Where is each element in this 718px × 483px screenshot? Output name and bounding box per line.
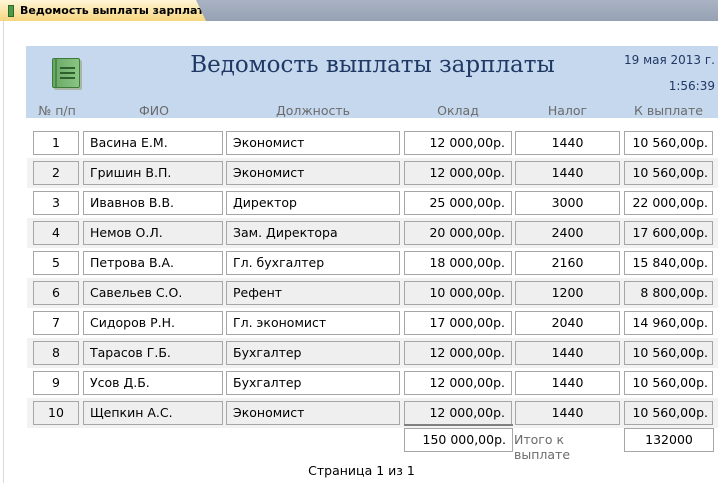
employee-position: Гл. экономист: [226, 311, 400, 335]
table-row: 3 Ивавнов В.В. Директор 25 000,00р. 3000…: [27, 188, 718, 218]
salary-value: 12 000,00р.: [404, 371, 512, 395]
payout-value: 10 560,00р.: [624, 131, 713, 155]
row-number: 1: [33, 131, 79, 155]
employee-position: Бухгалтер: [226, 341, 400, 365]
column-header-salary: Оклад: [437, 103, 479, 118]
report-title: Ведомость выплаты зарплаты: [190, 52, 555, 78]
payout-value: 17 600,00р.: [624, 221, 713, 245]
row-number: 10: [33, 401, 79, 425]
tax-value: 1200: [515, 281, 620, 305]
column-header-tax: Налог: [547, 103, 588, 118]
total-salary: 150 000,00р.: [404, 428, 513, 452]
table-row: 4 Немов О.Л. Зам. Директора 20 000,00р. …: [27, 218, 718, 248]
row-number: 2: [33, 161, 79, 185]
salary-value: 17 000,00р.: [404, 311, 512, 335]
employee-name: Тарасов Г.Б.: [83, 341, 223, 365]
employee-name: Васина Е.М.: [83, 131, 223, 155]
tax-value: 2040: [515, 311, 620, 335]
row-number: 4: [33, 221, 79, 245]
row-number: 7: [33, 311, 79, 335]
employee-name: Петрова В.А.: [83, 251, 223, 275]
salary-value: 12 000,00р.: [404, 341, 512, 365]
column-header-num: № п/п: [38, 103, 76, 118]
tax-value: 2400: [515, 221, 620, 245]
table-row: 9 Усов Д.Б. Бухгалтер 12 000,00р. 1440 1…: [27, 368, 718, 398]
report-icon: [8, 4, 14, 17]
payout-value: 15 840,00р.: [624, 251, 713, 275]
employee-name: Щепкин А.С.: [83, 401, 223, 425]
employee-position: Бухгалтер: [226, 371, 400, 395]
table-row: 10 Щепкин А.С. Экономист 12 000,00р. 144…: [27, 398, 718, 428]
table-row: 1 Васина Е.М. Экономист 12 000,00р. 1440…: [27, 128, 718, 158]
table-row: 2 Гришин В.П. Экономист 12 000,00р. 1440…: [27, 158, 718, 188]
totals-divider: [404, 424, 513, 426]
salary-value: 12 000,00р.: [404, 131, 512, 155]
employee-name: Сидоров Р.Н.: [83, 311, 223, 335]
salary-value: 25 000,00р.: [404, 191, 512, 215]
total-payout: 132000: [624, 428, 714, 452]
tax-value: 1440: [515, 401, 620, 425]
row-number: 9: [33, 371, 79, 395]
tax-value: 2160: [515, 251, 620, 275]
employee-position: Рефент: [226, 281, 400, 305]
employee-name: Савельев С.О.: [83, 281, 223, 305]
employee-name: Ивавнов В.В.: [83, 191, 223, 215]
tax-value: 1440: [515, 161, 620, 185]
table-row: 5 Петрова В.А. Гл. бухгалтер 18 000,00р.…: [27, 248, 718, 278]
report-tab[interactable]: Ведомость выплаты зарплаты: [0, 0, 206, 21]
employee-position: Экономист: [226, 401, 400, 425]
employee-position: Зам. Директора: [226, 221, 400, 245]
payout-value: 22 000,00р.: [624, 191, 713, 215]
payout-value: 10 560,00р.: [624, 371, 713, 395]
report-canvas: Ведомость выплаты зарплаты 19 мая 2013 г…: [3, 21, 718, 483]
employee-name: Усов Д.Б.: [83, 371, 223, 395]
page-number: Страница 1 из 1: [308, 463, 415, 478]
salary-value: 18 000,00р.: [404, 251, 512, 275]
payout-value: 10 560,00р.: [624, 341, 713, 365]
report-tab-label: Ведомость выплаты зарплаты: [20, 4, 214, 17]
total-payout-label: Итого к выплате: [514, 432, 571, 462]
salary-value: 12 000,00р.: [404, 401, 512, 425]
payout-value: 10 560,00р.: [624, 401, 713, 425]
payout-value: 14 960,00р.: [624, 311, 713, 335]
report-date: 19 мая 2013 г.: [624, 53, 715, 67]
employee-position: Экономист: [226, 131, 400, 155]
payout-value: 8 800,00р.: [624, 281, 713, 305]
table-row: 6 Савельев С.О. Рефент 10 000,00р. 1200 …: [27, 278, 718, 308]
column-header-fio: ФИО: [139, 103, 169, 118]
row-number: 3: [33, 191, 79, 215]
tax-value: 1440: [515, 131, 620, 155]
employee-name: Немов О.Л.: [83, 221, 223, 245]
tax-value: 3000: [515, 191, 620, 215]
table-row: 7 Сидоров Р.Н. Гл. экономист 17 000,00р.…: [27, 308, 718, 338]
tax-value: 1440: [515, 341, 620, 365]
employee-position: Экономист: [226, 161, 400, 185]
row-number: 6: [33, 281, 79, 305]
tax-value: 1440: [515, 371, 620, 395]
table-row: 8 Тарасов Г.Б. Бухгалтер 12 000,00р. 144…: [27, 338, 718, 368]
row-number: 5: [33, 251, 79, 275]
salary-value: 10 000,00р.: [404, 281, 512, 305]
payout-value: 10 560,00р.: [624, 161, 713, 185]
employee-name: Гришин В.П.: [83, 161, 223, 185]
row-number: 8: [33, 341, 79, 365]
report-time: 1:56:39: [668, 79, 715, 93]
salary-value: 12 000,00р.: [404, 161, 512, 185]
column-header-pay: К выплате: [634, 103, 703, 118]
employee-position: Директор: [226, 191, 400, 215]
salary-value: 20 000,00р.: [404, 221, 512, 245]
employee-position: Гл. бухгалтер: [226, 251, 400, 275]
document-tab-bar: Ведомость выплаты зарплаты: [0, 0, 718, 21]
column-header-position: Должность: [275, 103, 350, 118]
